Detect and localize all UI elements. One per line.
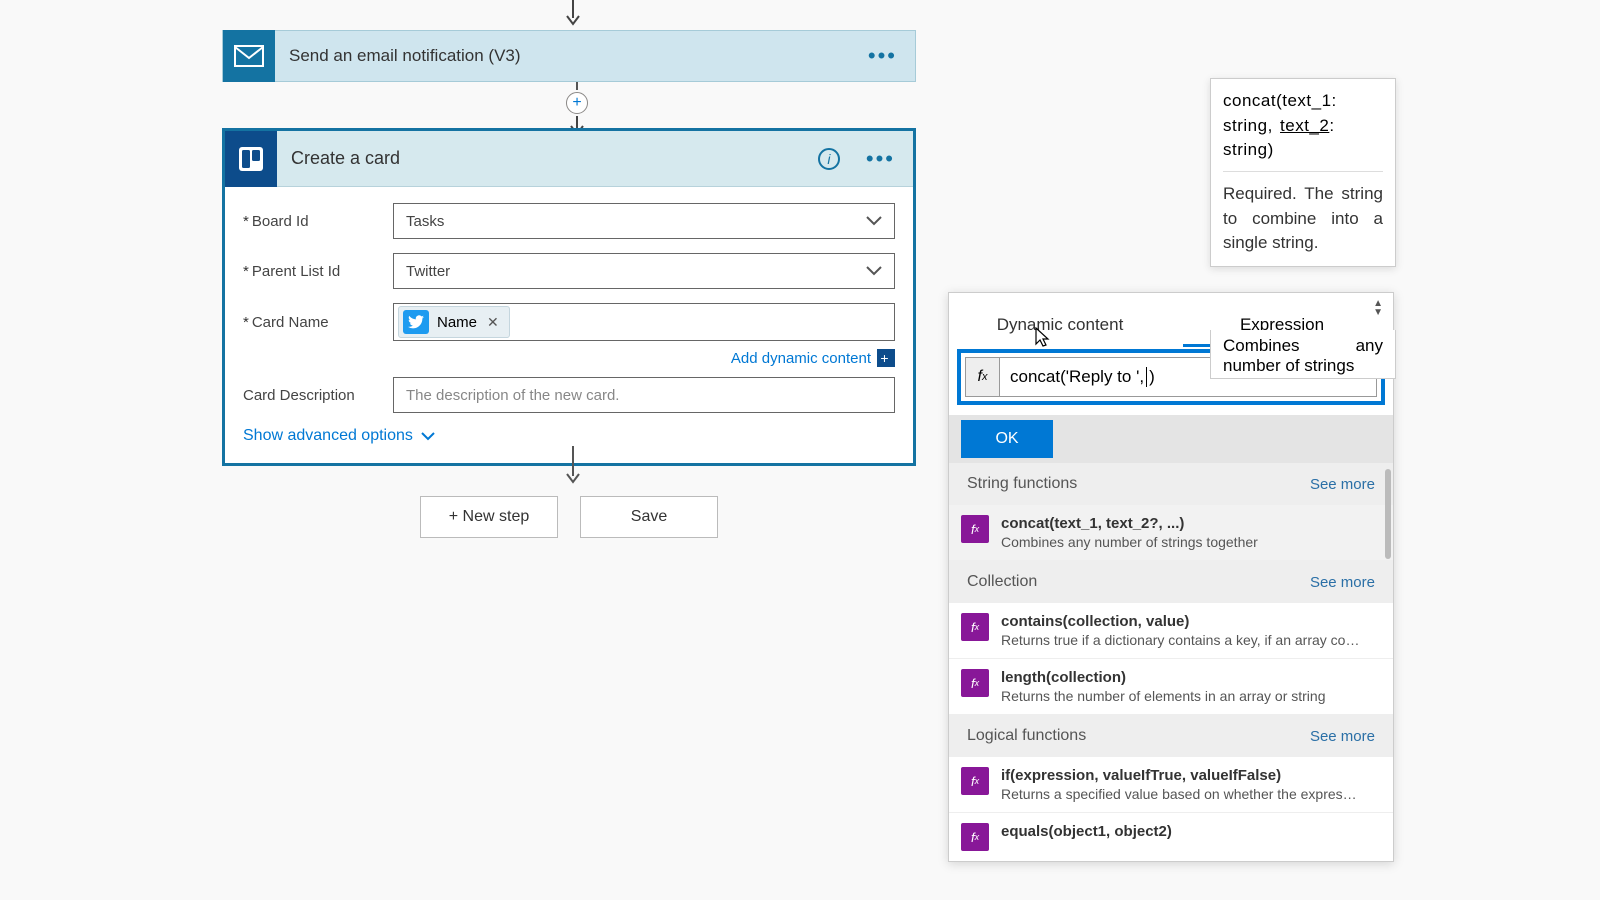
fn-equals[interactable]: fx equals(object1, object2) [949, 813, 1393, 861]
card-name-input[interactable]: Name ✕ [393, 303, 895, 341]
spinner-icon[interactable]: ▲▼ [1373, 299, 1383, 317]
trello-icon [225, 131, 277, 187]
section-collection: Collection See more [949, 561, 1393, 603]
see-more-link[interactable]: See more [1310, 574, 1375, 591]
add-step-button[interactable]: + [566, 92, 588, 114]
fx-icon: fx [961, 515, 989, 543]
chevron-down-icon [866, 213, 882, 230]
fx-icon: fx [961, 767, 989, 795]
section-logical-functions: Logical functions See more [949, 715, 1393, 757]
more-icon[interactable]: ••• [868, 43, 897, 69]
trello-header[interactable]: Create a card i ••• [225, 131, 913, 187]
scrollbar-thumb[interactable] [1385, 469, 1391, 559]
fn-contains[interactable]: fx contains(collection, value) Returns t… [949, 603, 1393, 659]
token-label: Name [437, 314, 477, 331]
parent-list-value: Twitter [406, 263, 450, 280]
action-title: Send an email notification (V3) [289, 46, 854, 66]
fn-length[interactable]: fx length(collection) Returns the number… [949, 659, 1393, 715]
see-more-link[interactable]: See more [1310, 476, 1375, 493]
see-more-link[interactable]: See more [1310, 728, 1375, 745]
plus-icon: + [877, 349, 895, 367]
fx-icon: fx [966, 358, 1000, 396]
action-card-email[interactable]: Send an email notification (V3) ••• [222, 30, 916, 82]
fx-icon: fx [961, 669, 989, 697]
parent-list-select[interactable]: Twitter [393, 253, 895, 289]
mail-icon [223, 30, 275, 82]
save-button[interactable]: Save [580, 496, 718, 538]
trello-title: Create a card [291, 148, 804, 169]
fn-if[interactable]: fx if(expression, valueIfTrue, valueIfFa… [949, 757, 1393, 813]
ok-button[interactable]: OK [961, 420, 1053, 458]
functions-list[interactable]: String functions See more fx concat(text… [949, 463, 1393, 861]
card-description-input[interactable]: The description of the new card. [393, 377, 895, 413]
fx-icon: fx [961, 613, 989, 641]
function-signature-tooltip: concat(text_1: string, text_2: string) R… [1210, 78, 1396, 267]
fn-concat[interactable]: fx concat(text_1, text_2?, ...) Combines… [949, 505, 1393, 561]
board-id-select[interactable]: Tasks [393, 203, 895, 239]
twitter-icon [403, 310, 429, 334]
section-string-functions: String functions See more [949, 463, 1393, 505]
board-id-value: Tasks [406, 213, 444, 230]
new-step-button[interactable]: + New step [420, 496, 558, 538]
chevron-down-icon [866, 263, 882, 280]
chevron-down-icon [421, 432, 435, 441]
show-advanced-options[interactable]: Show advanced options [243, 427, 895, 445]
tab-dynamic-content[interactable]: Dynamic content [949, 315, 1171, 347]
more-icon[interactable]: ••• [866, 146, 895, 172]
token-remove-icon[interactable]: ✕ [487, 314, 499, 331]
card-name-label: *Card Name [243, 314, 393, 331]
dynamic-token[interactable]: Name ✕ [398, 306, 510, 338]
add-dynamic-content-link[interactable]: Add dynamic content + [731, 349, 895, 367]
action-card-trello: Create a card i ••• *Board Id Tasks *Par… [222, 128, 916, 466]
fx-icon: fx [961, 823, 989, 851]
parent-list-label: *Parent List Id [243, 263, 393, 280]
function-summary-tooltip: Combines any number of strings [1210, 330, 1396, 379]
board-id-label: *Board Id [243, 213, 393, 230]
info-icon[interactable]: i [818, 148, 840, 170]
card-description-label: Card Description [243, 387, 393, 404]
